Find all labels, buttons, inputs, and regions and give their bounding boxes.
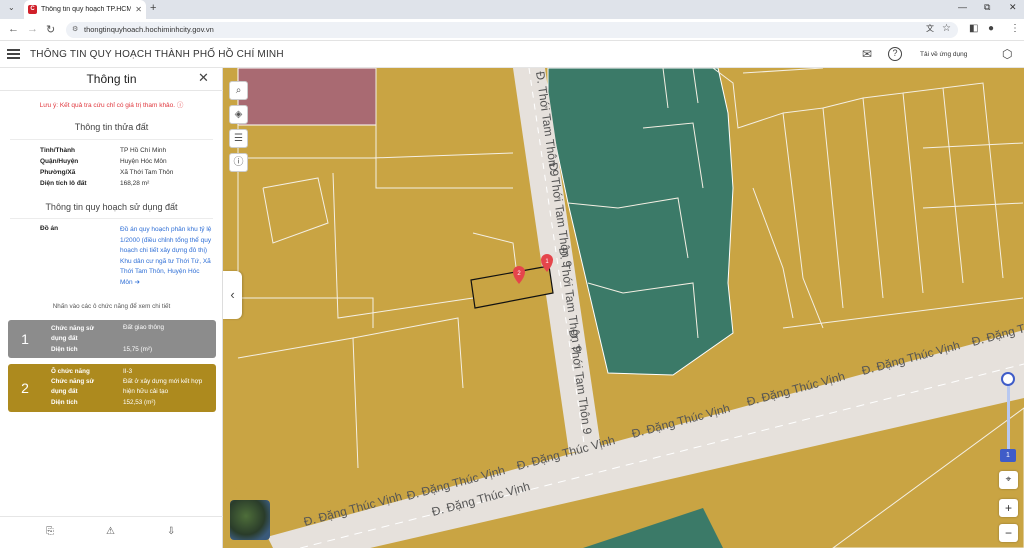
layers-icon[interactable]: ◈ bbox=[229, 105, 248, 124]
url-text: thongtinquyhoach.hochiminhcity.gov.vn bbox=[84, 25, 214, 34]
new-tab-button[interactable]: + bbox=[150, 2, 156, 14]
hamburger-menu-icon[interactable] bbox=[7, 49, 20, 59]
doan-label: Đồ án bbox=[40, 225, 59, 232]
app-header: THÔNG TIN QUY HOẠCH THÀNH PHỐ HỒ CHÍ MIN… bbox=[0, 41, 1024, 68]
panel-title: Thông tin bbox=[86, 72, 137, 86]
card-key: Diện tích bbox=[51, 346, 78, 353]
browser-tabbar: ⌄ C Thông tin quy hoạch TP.HCM ✕ + — ⧉ ✕ bbox=[0, 0, 1024, 19]
android-icon[interactable]: ⬡ bbox=[1002, 47, 1012, 61]
help-icon[interactable]: ? bbox=[888, 47, 902, 61]
sidebar-icon[interactable]: ◧ bbox=[969, 23, 978, 34]
warning-icon[interactable]: ⚠ bbox=[106, 526, 115, 537]
mail-icon[interactable]: ✉ bbox=[862, 47, 872, 61]
panel-toolbar: ⎘ ⚠ ⇩ bbox=[0, 516, 223, 548]
parcel-key: Quận/Huyện bbox=[40, 158, 79, 165]
site-info-icon[interactable]: ⚙ bbox=[72, 22, 78, 38]
zoom-level-badge: 1 bbox=[1000, 449, 1016, 462]
parcel-value: 168,28 m² bbox=[120, 180, 150, 187]
hint-text: Nhấn vào các ô chức năng để xem chi tiết bbox=[52, 303, 171, 310]
collapse-panel-button[interactable]: ‹ bbox=[223, 271, 242, 319]
divider bbox=[10, 139, 213, 140]
card-value: 152,53 (m²) bbox=[123, 399, 156, 406]
parcel-key: Phường/Xã bbox=[40, 169, 76, 176]
parcel-value: TP Hồ Chí Minh bbox=[120, 147, 167, 154]
satellite-minimap[interactable] bbox=[230, 500, 270, 540]
download-icon[interactable]: ⇩ bbox=[167, 526, 175, 537]
info-icon: ⓘ bbox=[176, 102, 184, 109]
zoom-out-button[interactable]: − bbox=[999, 524, 1018, 542]
doan-link[interactable]: Đồ án quy hoạch phân khu tỷ lệ 1/2000 (đ… bbox=[120, 225, 212, 288]
card-number: 1 bbox=[21, 331, 29, 347]
map-canvas[interactable]: 2 1 Đ. Thới Tam Thôn 9 Đ. Thới Tam Thôn … bbox=[223, 68, 1024, 548]
parcel-value: Xã Thới Tam Thôn bbox=[120, 169, 174, 176]
card-key: Diện tích bbox=[51, 399, 78, 406]
card-value: Đất ở xây dựng mới kết hợp hiện hữu cải … bbox=[123, 378, 203, 395]
translate-icon[interactable]: 文 bbox=[926, 23, 934, 34]
card-value: Đất giao thông bbox=[123, 324, 164, 331]
parcel-key: Diện tích lô đất bbox=[40, 180, 87, 187]
info-icon[interactable]: ⓘ bbox=[229, 153, 248, 172]
search-icon[interactable]: ⌕ bbox=[229, 81, 248, 100]
forward-icon[interactable]: → bbox=[27, 23, 38, 35]
parcel-value: Huyện Hóc Môn bbox=[120, 158, 167, 165]
zoom-slider-track[interactable] bbox=[1007, 381, 1010, 451]
card-number: 2 bbox=[21, 380, 29, 396]
function-card-2[interactable]: 2 Ô chức năng II-3 Chức năng sử dụng đất… bbox=[8, 364, 216, 412]
zoom-in-button[interactable]: + bbox=[999, 499, 1018, 517]
zoom-slider-knob[interactable] bbox=[1001, 372, 1015, 386]
divider bbox=[10, 218, 213, 219]
tab-search-icon[interactable]: ⌄ bbox=[8, 3, 15, 12]
parcel-key: Tỉnh/Thành bbox=[40, 147, 76, 154]
profile-icon[interactable]: ● bbox=[988, 23, 994, 34]
back-icon[interactable]: ← bbox=[8, 23, 19, 35]
bookmark-star-icon[interactable]: ☆ bbox=[942, 23, 951, 34]
card-value: II-3 bbox=[123, 368, 133, 375]
parcel-section-title: Thông tin thửa đất bbox=[74, 122, 149, 132]
menu-dots-icon[interactable]: ⋮ bbox=[1010, 23, 1020, 34]
card-key: Chức năng sử dụng đất bbox=[51, 325, 95, 342]
close-icon[interactable]: ✕ bbox=[198, 70, 209, 86]
download-app-label[interactable]: Tải về ứng dụng bbox=[920, 51, 967, 58]
url-input[interactable]: ⚙ thongtinquyhoach.hochiminhcity.gov.vn bbox=[66, 22, 958, 38]
locate-icon[interactable]: ⌖ bbox=[999, 471, 1018, 489]
address-bar: ← → ↻ ⚙ thongtinquyhoach.hochiminhcity.g… bbox=[0, 19, 1024, 41]
reload-icon[interactable]: ↻ bbox=[46, 23, 55, 36]
map-layer: 2 1 Đ. Thới Tam Thôn 9 Đ. Thới Tam Thôn … bbox=[223, 68, 1024, 548]
card-key: Chức năng sử dụng đất bbox=[51, 378, 95, 395]
maximize-icon[interactable]: ⧉ bbox=[984, 2, 990, 13]
planning-section-title: Thông tin quy hoạch sử dụng đất bbox=[45, 202, 178, 212]
tab-title: Thông tin quy hoạch TP.HCM bbox=[41, 6, 132, 13]
app-title: THÔNG TIN QUY HOẠCH THÀNH PHỐ HỒ CHÍ MIN… bbox=[30, 49, 284, 60]
function-card-1[interactable]: 1 Chức năng sử dụng đất Đất giao thông D… bbox=[8, 320, 216, 358]
browser-tab[interactable]: C Thông tin quy hoạch TP.HCM ✕ bbox=[24, 0, 146, 19]
divider bbox=[0, 90, 223, 91]
card-value: 15,75 (m²) bbox=[123, 346, 153, 353]
info-panel: Thông tin ✕ Lưu ý: Kết quả tra cứu chỉ c… bbox=[0, 68, 223, 548]
export-icon[interactable]: ⎘ bbox=[46, 526, 54, 537]
favicon-icon: C bbox=[28, 5, 37, 14]
tab-close-icon[interactable]: ✕ bbox=[135, 5, 142, 14]
list-icon[interactable]: ☰ bbox=[229, 129, 248, 148]
card-key: Ô chức năng bbox=[51, 368, 90, 375]
window-close-icon[interactable]: ✕ bbox=[1009, 2, 1017, 13]
minimize-icon[interactable]: — bbox=[958, 2, 967, 12]
disclaimer-note: Lưu ý: Kết quả tra cứu chỉ có giá trị th… bbox=[39, 102, 184, 109]
